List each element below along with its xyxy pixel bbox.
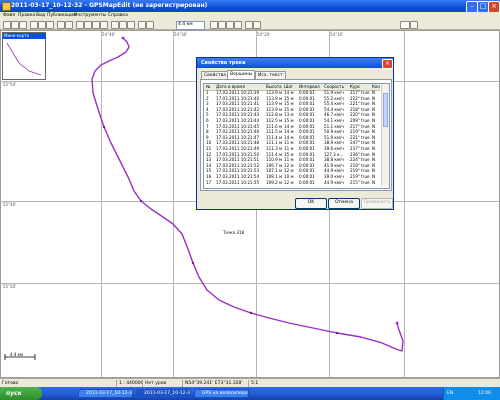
cell-interval: 0:00:01 xyxy=(299,179,315,185)
labels-icon[interactable] xyxy=(226,21,234,29)
layer-icon[interactable] xyxy=(210,21,218,29)
app-icon xyxy=(2,2,11,11)
status-ready: Готово xyxy=(2,381,19,386)
col-header-step[interactable]: Шаг xyxy=(284,84,298,90)
menu-publish[interactable]: Публикация xyxy=(47,13,76,18)
point-tool-icon[interactable] xyxy=(111,21,119,29)
track-vertex xyxy=(139,199,143,203)
scale-label: 4.4 км xyxy=(10,352,24,357)
scrollbar-thumb[interactable] xyxy=(383,93,388,127)
open-icon[interactable] xyxy=(11,21,19,29)
track-icon[interactable] xyxy=(245,21,253,29)
toolbar: 4.4 км xyxy=(0,19,500,30)
cell-datetime: 17.03.2011 10:21:55 xyxy=(216,179,260,185)
table-scrollbar[interactable] xyxy=(381,84,389,186)
taskbar-item-gpsmapedit-1[interactable]: 2011-03-17_10-12-3... xyxy=(78,389,133,398)
menu-edit[interactable]: Правка xyxy=(18,13,35,18)
track-vertex xyxy=(191,261,195,265)
taskbar: пуск 2011-03-17_10-12-3... 2011-03-17_10… xyxy=(0,387,500,400)
menu-view[interactable]: Вид xyxy=(36,13,45,18)
polygon-tool-icon[interactable] xyxy=(127,21,135,29)
title-bar: 2011-03-17_10-12-32 - GPSMapEdit (не зар… xyxy=(0,0,500,13)
window-title: 2011-03-17_10-12-32 - GPSMapEdit (не зар… xyxy=(11,2,208,9)
grid-icon[interactable] xyxy=(218,21,226,29)
redo-icon[interactable] xyxy=(65,21,73,29)
taskbar-item-browser[interactable]: GPS на велосипеде... xyxy=(194,389,249,398)
table-row[interactable]: 17 17.03.2011 10:21:55 109.2 м 12 м 0:00:01 4… xyxy=(204,180,380,186)
cell-end: N xyxy=(372,179,376,185)
track-start xyxy=(121,36,125,40)
status-coords: N54°39.241' E73°31.328' xyxy=(182,380,243,387)
zoom-tool-icon[interactable] xyxy=(92,21,100,29)
options-icon[interactable] xyxy=(410,21,418,29)
col-header-altitude[interactable]: Высота xyxy=(266,84,283,90)
taskbar-item-gpsmapedit-2[interactable]: 2011-03-17_10-12-3... xyxy=(136,389,191,398)
menu-tools[interactable]: Инструменты xyxy=(74,13,106,18)
col-header-datetime[interactable]: Дата и время xyxy=(216,84,264,90)
cancel-button[interactable]: Отмена xyxy=(328,198,360,209)
refresh-icon[interactable] xyxy=(234,21,242,29)
zoom-out-icon[interactable] xyxy=(146,21,154,29)
cell-step: 12 м xyxy=(284,179,294,185)
zoom-in-icon[interactable] xyxy=(138,21,146,29)
cell-number: 17 xyxy=(206,179,212,185)
zoom-select[interactable]: 4.4 км xyxy=(176,21,205,30)
new-icon[interactable] xyxy=(3,21,11,29)
cell-altitude: 109.2 м xyxy=(266,179,283,185)
status-level: Нет уров xyxy=(142,380,166,387)
language-indicator[interactable]: EN xyxy=(447,387,453,400)
vertices-panel: № Дата и время Высота Шаг Интервал Скоро… xyxy=(200,79,392,191)
waypoint-icon[interactable] xyxy=(253,21,261,29)
vertices-table[interactable]: № Дата и время Высота Шаг Интервал Скоро… xyxy=(203,83,390,189)
status-zoom: 5:1 xyxy=(248,380,258,387)
track-vertex xyxy=(249,311,253,315)
track-properties-dialog: Свойства трека × Свойства Вершины Исх. т… xyxy=(196,57,394,210)
track-vertex xyxy=(102,125,106,129)
start-button[interactable]: пуск xyxy=(0,387,42,400)
undo-icon[interactable] xyxy=(57,21,65,29)
ruler-tool-icon[interactable] xyxy=(100,21,108,29)
cell-speed: 44.9 км/ч xyxy=(324,179,344,185)
status-scale: 1 : 440000 xyxy=(116,380,143,387)
col-header-interval[interactable]: Интервал xyxy=(299,84,323,90)
col-header-end[interactable]: Кон xyxy=(372,84,380,90)
col-header-course[interactable]: Курс xyxy=(350,84,371,90)
col-header-speed[interactable]: Скорость xyxy=(324,84,349,90)
system-tray: EN 12:06 xyxy=(443,387,500,400)
paste-icon[interactable] xyxy=(46,21,54,29)
status-bar: Готово 1 : 440000 Нет уров N54°39.241' E… xyxy=(0,378,500,387)
cut-icon[interactable] xyxy=(30,21,38,29)
menu-help[interactable]: Справка xyxy=(108,13,128,18)
apply-button[interactable]: Применить xyxy=(361,198,393,209)
save-icon[interactable] xyxy=(19,21,27,29)
waypoint-label: Точка 318 xyxy=(223,230,245,235)
track-end xyxy=(395,321,399,325)
menu-bar: Файл Правка Вид Публикация Инструменты С… xyxy=(0,12,500,19)
google-icon[interactable] xyxy=(400,21,410,29)
menu-file[interactable]: Файл xyxy=(3,13,15,18)
cell-course: 215° true xyxy=(350,179,370,185)
clock: 12:06 xyxy=(478,391,491,396)
dialog-title: Свойства трека xyxy=(197,58,393,68)
dialog-close-button[interactable]: × xyxy=(382,59,393,69)
copy-icon[interactable] xyxy=(38,21,46,29)
polyline-tool-icon[interactable] xyxy=(119,21,127,29)
select-tool-icon[interactable] xyxy=(76,21,84,29)
col-header-number[interactable]: № xyxy=(206,84,215,90)
overview-track-layer xyxy=(6,42,42,76)
overview-map[interactable]: Мини-карта xyxy=(2,32,46,80)
hand-tool-icon[interactable] xyxy=(84,21,92,29)
track-vertex xyxy=(335,331,339,335)
overview-track xyxy=(6,42,42,76)
ok-button[interactable]: OK xyxy=(295,198,327,209)
